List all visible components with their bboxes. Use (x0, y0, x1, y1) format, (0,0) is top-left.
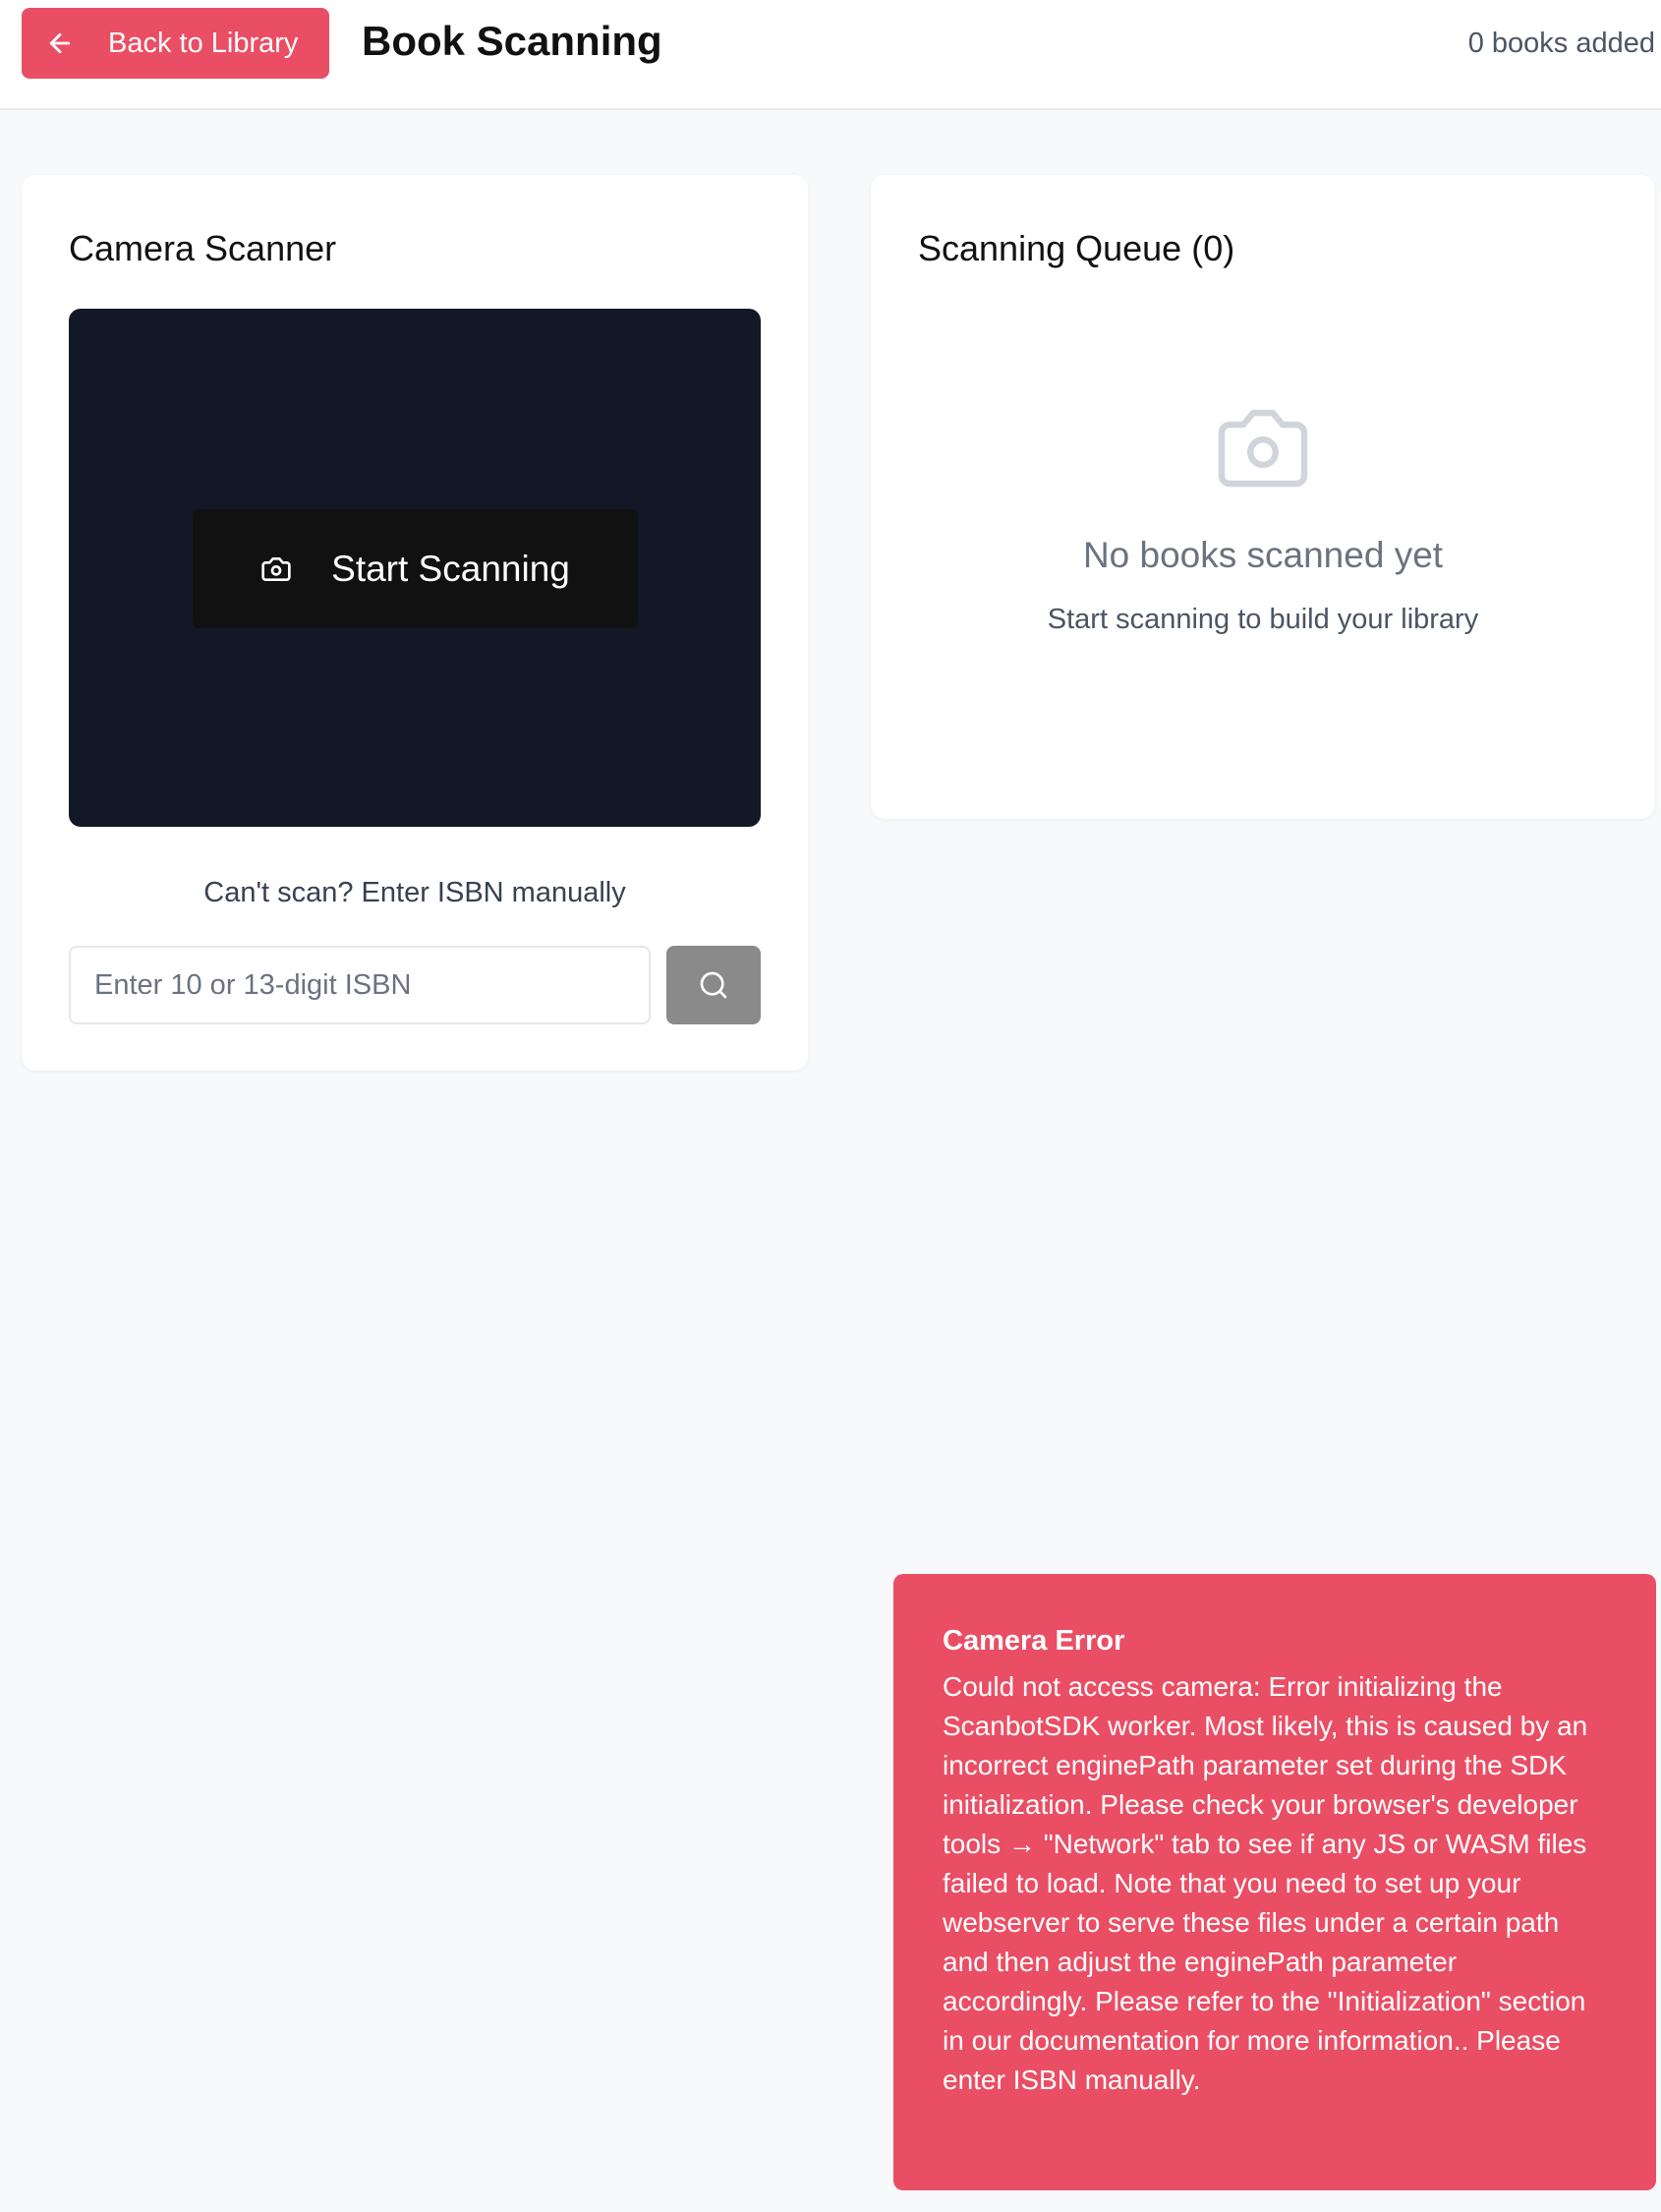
camera-icon (261, 556, 291, 581)
empty-queue-subtitle: Start scanning to build your library (1047, 604, 1479, 635)
start-scanning-button[interactable]: Start Scanning (193, 509, 638, 628)
search-icon (700, 971, 727, 999)
toast-title: Camera Error (943, 1625, 1125, 1657)
isbn-input[interactable] (69, 946, 651, 1024)
start-scanning-label: Start Scanning (331, 548, 570, 589)
back-to-library-button[interactable]: Back to Library (22, 8, 329, 79)
isbn-search-button[interactable] (666, 946, 761, 1024)
manual-entry-hint: Can't scan? Enter ISBN manually (203, 877, 626, 908)
camera-scanner-card: Camera Scanner Start Scanning Can't scan… (22, 175, 808, 1071)
toast-message: Could not access camera: Error initializ… (943, 1671, 1588, 2095)
top-header: Back to Library Book Scanning 0 books ad… (0, 0, 1661, 110)
camera-viewport: Start Scanning (69, 309, 761, 827)
scanning-queue-title: Scanning Queue (0) (918, 228, 1235, 268)
camera-scanner-title: Camera Scanner (69, 228, 337, 268)
books-added-count: 0 books added (1467, 28, 1655, 59)
back-button-label: Back to Library (108, 27, 299, 59)
camera-icon (1218, 409, 1308, 488)
camera-error-toast[interactable]: Camera Error Could not access camera: Er… (893, 1574, 1656, 2190)
arrow-left-icon (49, 32, 71, 54)
scanning-queue-card: Scanning Queue (0) No books scanned yet … (871, 175, 1655, 819)
empty-queue-title: No books scanned yet (1082, 535, 1444, 575)
page-title: Book Scanning (362, 18, 662, 64)
